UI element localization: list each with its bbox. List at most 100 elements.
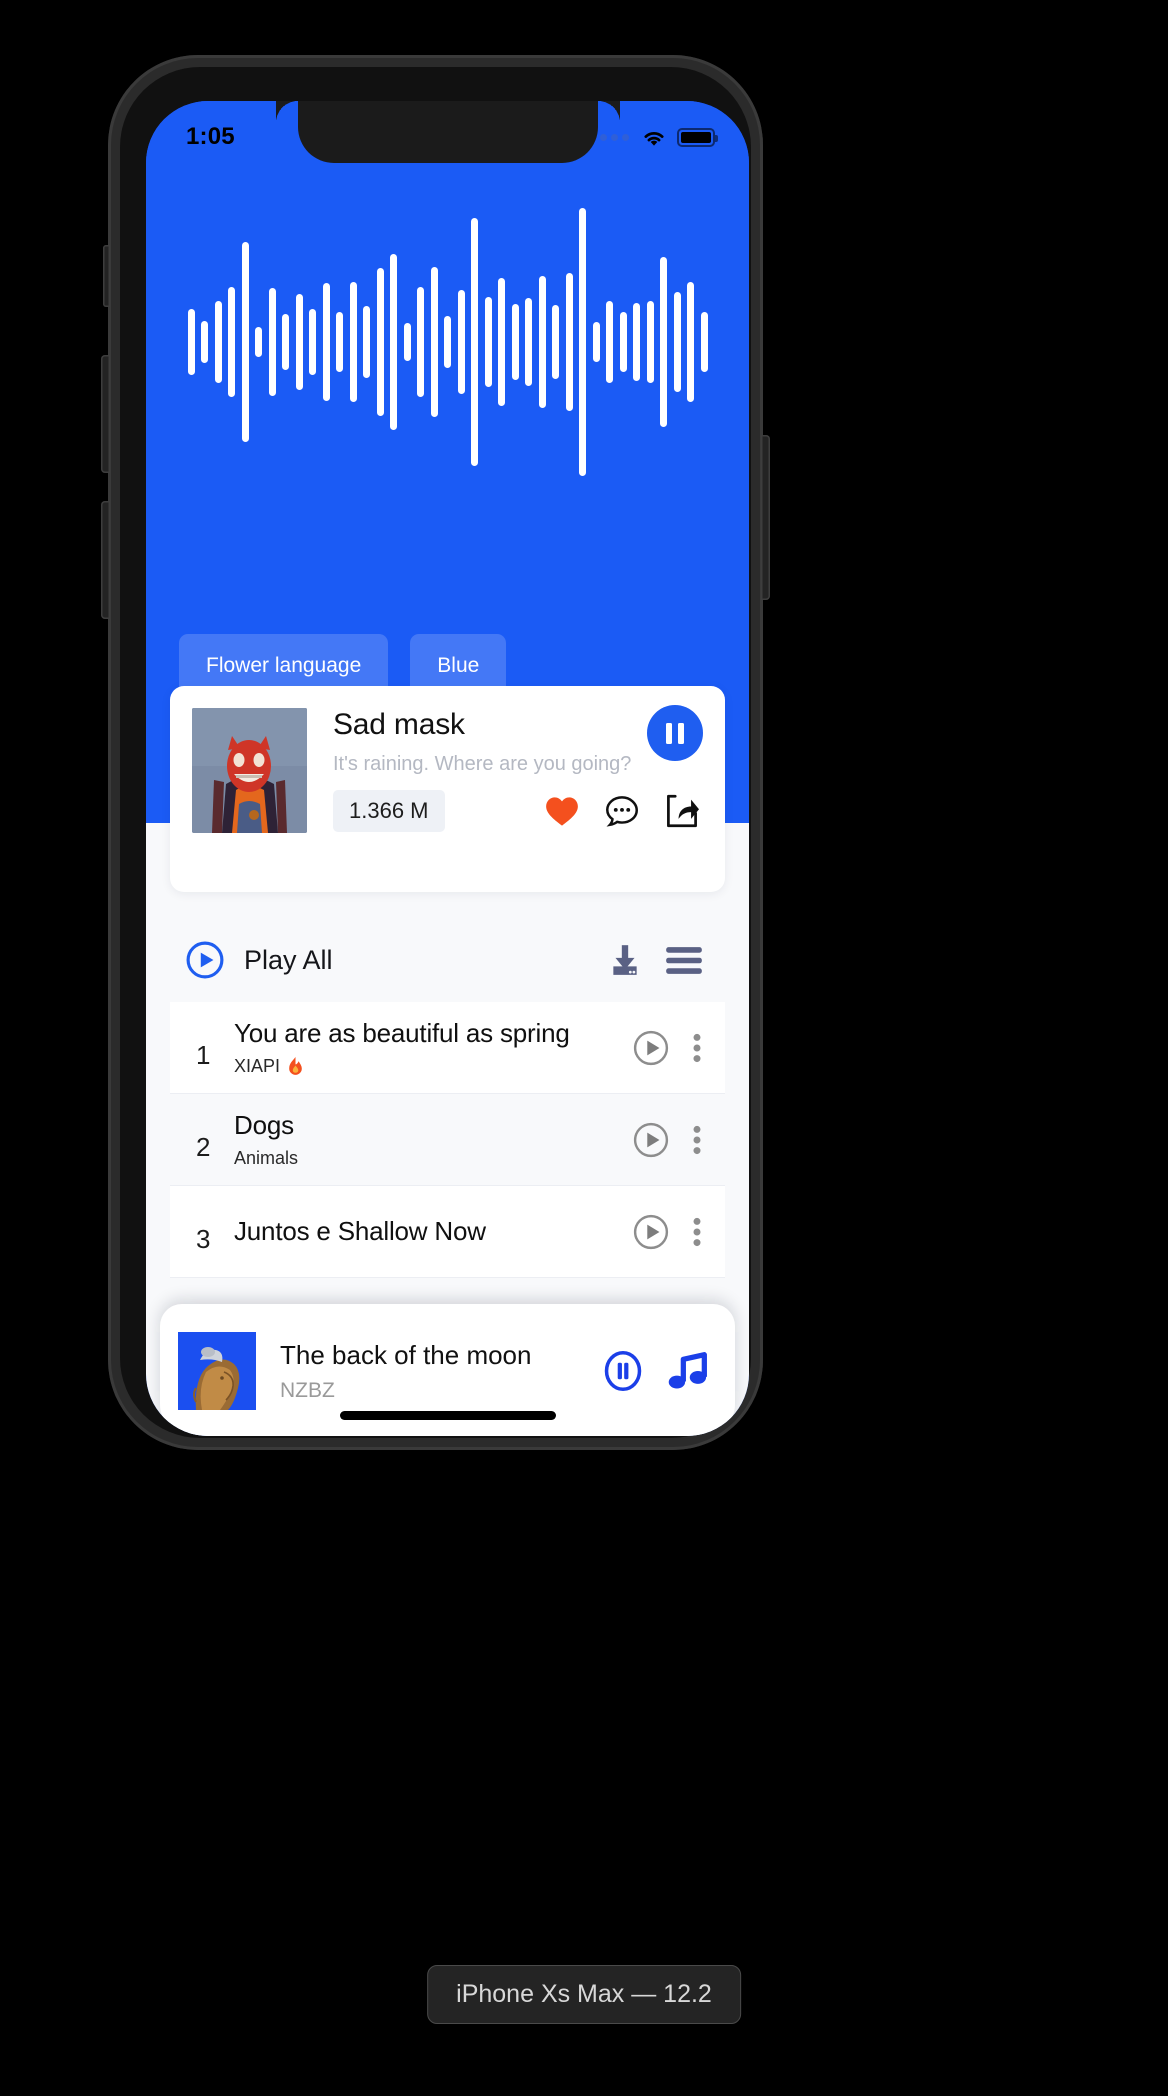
music-note-icon[interactable] xyxy=(667,1351,709,1391)
track-actions xyxy=(633,1122,703,1158)
track-number: 3 xyxy=(196,1224,211,1254)
track-title: You are as beautiful as spring xyxy=(234,1018,570,1048)
volume-up-button[interactable] xyxy=(101,355,110,473)
waveform-bar xyxy=(268,288,276,396)
waveform-bar xyxy=(579,208,586,476)
pause-icon xyxy=(666,722,684,744)
play-circle-icon[interactable] xyxy=(633,1122,669,1158)
waveform-bar xyxy=(606,301,613,383)
sad-mask-album-art[interactable] xyxy=(192,708,307,833)
tag-blue[interactable]: Blue xyxy=(410,634,507,698)
waveform-bar xyxy=(700,312,708,372)
waveform-bar xyxy=(214,301,222,383)
waveform-bar xyxy=(282,314,289,370)
heart-icon[interactable] xyxy=(545,796,579,827)
track-actions xyxy=(633,1030,703,1066)
share-icon[interactable] xyxy=(665,794,699,828)
waveform-bar xyxy=(471,218,478,466)
waveform-bar xyxy=(511,304,519,380)
home-indicator[interactable] xyxy=(339,1411,556,1420)
wifi-icon xyxy=(641,128,667,147)
waveform-bar xyxy=(255,327,262,357)
waveform-bar xyxy=(646,301,654,383)
more-vertical-icon[interactable] xyxy=(691,1030,703,1066)
more-vertical-icon[interactable] xyxy=(691,1214,703,1250)
waveform-bar xyxy=(498,278,505,406)
tag-flower-language[interactable]: Flower language xyxy=(179,634,389,698)
now-playing-subtitle: It's raining. Where are you going? xyxy=(333,753,632,775)
track-title: Dogs xyxy=(234,1110,294,1140)
waveform-bar xyxy=(363,306,370,378)
track-meta: Juntos e Shallow Now xyxy=(230,1216,633,1247)
waveform-bar xyxy=(309,309,316,375)
track-row[interactable]: 1 You are as beautiful as spring XIAPI xyxy=(170,1002,725,1094)
status-clock: 1:05 xyxy=(186,123,235,150)
content-sheet: Sad mask It's raining. Where are you goi… xyxy=(146,616,749,1436)
more-vertical-icon[interactable] xyxy=(691,1122,703,1158)
waveform-bar xyxy=(201,321,208,363)
waveform-bar xyxy=(403,323,411,361)
waveform-bar xyxy=(687,282,694,402)
track-row[interactable]: 2 Dogs Animals xyxy=(170,1094,725,1186)
waveform-bar xyxy=(295,294,303,390)
power-button[interactable] xyxy=(761,435,770,600)
waveform-bar xyxy=(417,287,424,397)
mini-player-title: The back of the moon xyxy=(280,1339,532,1370)
phone-screen: Flower language Blue 1:05 Sad mask It's … xyxy=(146,101,749,1436)
device-notch xyxy=(275,101,598,163)
waveform-bar xyxy=(228,287,235,397)
comment-icon[interactable] xyxy=(605,795,639,827)
track-number: 1 xyxy=(196,1040,211,1070)
play-circle-icon[interactable] xyxy=(633,1030,669,1066)
play-count-badge: 1.366 M xyxy=(333,790,445,832)
waveform-bar xyxy=(336,312,343,372)
now-playing-actions xyxy=(545,794,703,828)
waveform-bar xyxy=(241,242,249,442)
waveform-bar xyxy=(673,292,681,392)
waveform-bar xyxy=(619,312,627,372)
track-artist-label: Animals xyxy=(234,1148,299,1168)
pause-button[interactable] xyxy=(647,705,703,761)
waveform-bar xyxy=(552,305,559,379)
waveform-bar xyxy=(457,290,465,394)
iphone-device-frame: Flower language Blue 1:05 Sad mask It's … xyxy=(101,55,770,1450)
screenshot-stage: Flower language Blue 1:05 Sad mask It's … xyxy=(0,0,1168,2096)
waveform-bar xyxy=(376,268,384,416)
track-artist: Animals xyxy=(234,1148,633,1169)
device-bezel: Flower language Blue 1:05 Sad mask It's … xyxy=(120,67,751,1438)
track-meta: Dogs Animals xyxy=(230,1110,633,1169)
waveform-bar xyxy=(538,276,546,408)
play-circle-icon[interactable] xyxy=(633,1214,669,1250)
now-playing-card[interactable]: Sad mask It's raining. Where are you goi… xyxy=(170,686,725,892)
waveform-bar xyxy=(592,322,600,362)
pause-circle-icon[interactable] xyxy=(603,1351,643,1391)
waveform-bar xyxy=(525,298,532,386)
waveform-bar xyxy=(484,297,492,387)
fire-icon xyxy=(287,1056,304,1077)
mute-switch[interactable] xyxy=(103,245,110,307)
track-list: 1 You are as beautiful as spring XIAPI 2 Dog… xyxy=(170,1002,725,1278)
audio-waveform[interactable] xyxy=(146,208,749,476)
track-number: 2 xyxy=(196,1132,211,1162)
playlist-toolbar: Play All xyxy=(146,918,749,1002)
waveform-bar xyxy=(660,257,667,427)
track-row[interactable]: 3 Juntos e Shallow Now xyxy=(170,1186,725,1278)
waveform-bar xyxy=(430,267,438,417)
volume-down-button[interactable] xyxy=(101,501,110,619)
waveform-bar xyxy=(349,282,357,402)
mini-player-artist: NZBZ xyxy=(280,1378,335,1402)
waveform-bar xyxy=(187,309,195,375)
track-meta: You are as beautiful as spring XIAPI xyxy=(230,1018,633,1077)
tag-list: Flower language Blue xyxy=(179,634,507,698)
waveform-bar xyxy=(444,316,451,368)
play-all-label[interactable]: Play All xyxy=(244,945,333,976)
download-icon[interactable] xyxy=(607,942,643,978)
hamburger-menu-icon[interactable] xyxy=(665,946,703,975)
the-back-of-the-moon-album-art[interactable] xyxy=(178,1332,256,1410)
track-actions xyxy=(633,1214,703,1250)
waveform-bar xyxy=(390,254,397,430)
track-artist: XIAPI xyxy=(234,1056,633,1077)
hero-section xyxy=(146,101,749,611)
waveform-bar xyxy=(322,283,330,401)
play-circle-icon[interactable] xyxy=(186,941,224,979)
